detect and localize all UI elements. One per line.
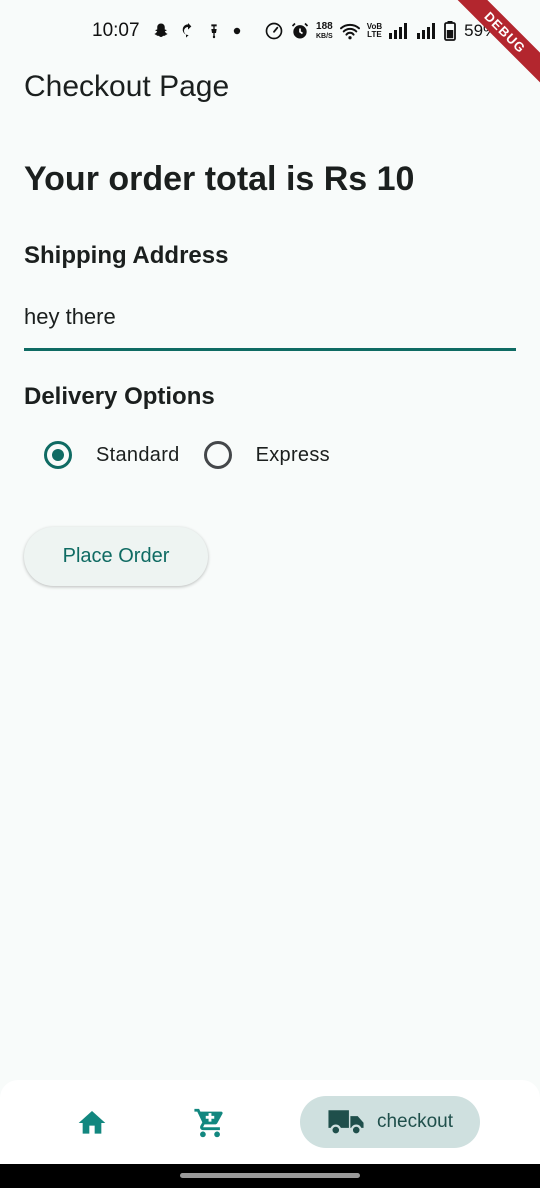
- nav-cart[interactable]: [190, 1103, 230, 1143]
- wifi-icon: [339, 22, 361, 40]
- place-order-button[interactable]: Place Order: [24, 527, 208, 586]
- shipping-address-input[interactable]: [24, 292, 516, 342]
- nav-checkout-label: checkout: [376, 1111, 454, 1132]
- cart-icon: [194, 1108, 223, 1138]
- net-speed: 188 KB/S: [316, 20, 333, 40]
- signal-icon-1: [388, 23, 410, 39]
- snapchat-icon: [152, 22, 170, 40]
- order-total: Your order total is Rs 10: [24, 160, 415, 198]
- shipping-address-field[interactable]: [24, 292, 516, 351]
- app-notification-icon: [180, 22, 196, 40]
- battery-percent: 59%: [464, 21, 499, 40]
- scooter-icon: [206, 21, 222, 41]
- nav-home[interactable]: [72, 1103, 112, 1143]
- radio-selected-icon[interactable]: [44, 441, 72, 469]
- radio-standard-label: Standard: [96, 443, 180, 466]
- delivery-options-group: Standard Express: [44, 436, 330, 474]
- system-icons: 188 KB/S VoB LTE 59%: [264, 18, 498, 44]
- battery-icon: [444, 21, 457, 41]
- nav-checkout[interactable]: checkout: [300, 1096, 480, 1148]
- alarm-icon: [290, 21, 310, 41]
- home-icon: [78, 1111, 106, 1134]
- radio-express-label: Express: [255, 443, 330, 466]
- truck-icon: [328, 1110, 364, 1136]
- radio-standard[interactable]: Standard: [44, 441, 180, 469]
- system-navigation-bar: [0, 1164, 540, 1188]
- speedometer-icon: [264, 21, 284, 41]
- bottom-navigation: checkout: [0, 1080, 540, 1164]
- signal-icon-2: [416, 23, 438, 39]
- status-time: 10:07: [92, 20, 140, 41]
- radio-express[interactable]: Express: [203, 441, 330, 469]
- status-bar: 10:07 188 KB/S VoB LTE 59%: [0, 0, 540, 62]
- home-indicator[interactable]: [180, 1173, 360, 1178]
- dot-icon: [232, 26, 242, 36]
- radio-unselected-icon[interactable]: [203, 441, 232, 469]
- volte-indicator: VoB LTE: [366, 22, 383, 39]
- page-title: Checkout Page: [24, 70, 230, 103]
- delivery-options-label: Delivery Options: [24, 383, 215, 410]
- notification-icons: [152, 20, 242, 42]
- shipping-address-label: Shipping Address: [24, 242, 229, 269]
